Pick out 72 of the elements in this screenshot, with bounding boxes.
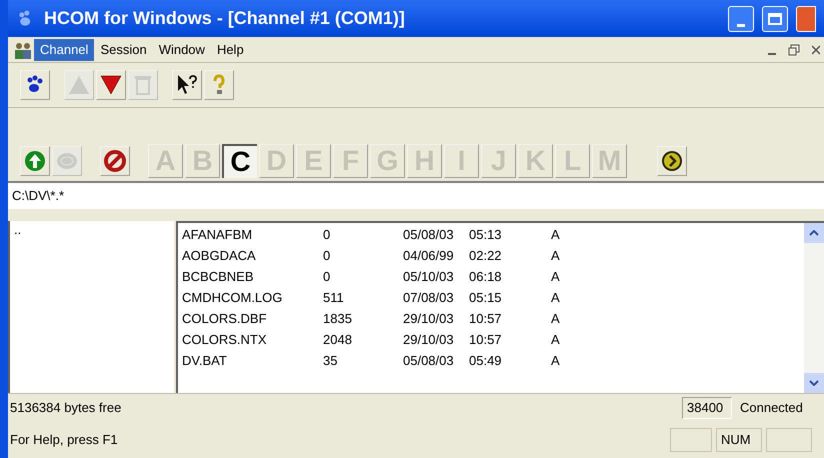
restore-icon[interactable]: [788, 44, 800, 56]
num-lock-panel: NUM: [716, 428, 762, 452]
up-caret-icon: [809, 230, 819, 236]
menu-item[interactable]: Help: [210, 38, 250, 60]
pointer-question-icon: [175, 73, 199, 97]
file-name: AOBGDACA: [181, 247, 257, 265]
file-size: 511: [323, 289, 345, 307]
menu-item[interactable]: Session: [94, 38, 153, 60]
file-size: 0: [323, 247, 332, 265]
file-name: CMDHCOM.LOG: [181, 289, 284, 307]
file-time: 05:13: [469, 226, 503, 244]
paw-button[interactable]: [20, 70, 50, 100]
drive-tab[interactable]: C: [222, 144, 257, 178]
no-entry-icon: [103, 149, 127, 173]
menu-item[interactable]: Window: [152, 38, 211, 60]
file-size: 1835: [323, 310, 353, 328]
file-size: 0: [323, 268, 332, 286]
down-triangle-button[interactable]: [96, 70, 126, 100]
file-date: 05/10/03: [403, 268, 455, 286]
directory-item[interactable]: ..: [14, 221, 170, 238]
file-size: 0: [323, 226, 332, 244]
file-date: 05/08/03: [403, 352, 455, 370]
file-time: 02:22: [469, 247, 503, 265]
up-arrow-button[interactable]: [20, 146, 50, 176]
window-title: HCOM for Windows - [Channel #1 (COM1)]: [44, 7, 406, 30]
file-time: 06:18: [469, 268, 503, 286]
file-name: COLORS.NTX: [181, 331, 268, 349]
scrollbar[interactable]: [804, 223, 824, 393]
close-icon[interactable]: [812, 44, 820, 54]
file-name: DV.BAT: [181, 352, 228, 370]
file-time: 10:57: [469, 310, 503, 328]
no-entry-button[interactable]: [100, 146, 130, 176]
status-panel: [766, 428, 812, 452]
baud-rate-panel: 38400: [682, 396, 732, 418]
forward-icon: [660, 149, 684, 173]
file-name: COLORS.DBF: [181, 310, 268, 328]
menu-item[interactable]: Channel: [34, 38, 94, 60]
file-date: 04/06/99: [403, 247, 455, 265]
maximize-button[interactable]: [762, 6, 788, 32]
file-date: 29/10/03: [403, 310, 455, 328]
file-attribute: A: [551, 289, 561, 307]
file-attribute: A: [551, 352, 561, 370]
file-attribute: A: [551, 226, 561, 244]
pointer-question-button[interactable]: [172, 70, 202, 100]
file-size: 2048: [323, 331, 353, 349]
file-size: 35: [323, 352, 338, 370]
close-button[interactable]: [796, 6, 816, 32]
file-date: 05/08/03: [403, 226, 455, 244]
file-time: 05:15: [469, 289, 503, 307]
help-hint: For Help, press F1: [9, 430, 119, 449]
minimize-button[interactable]: [728, 6, 754, 32]
file-date: 07/08/03: [403, 289, 455, 307]
file-attribute: A: [551, 268, 561, 286]
file-attribute: A: [551, 310, 561, 328]
next-button[interactable]: [657, 146, 687, 176]
file-time: 10:57: [469, 331, 503, 349]
file-name: AFANAFBM: [181, 226, 254, 244]
free-space-text: 5136384 bytes free: [9, 398, 122, 417]
file-date: 29/10/03: [403, 331, 455, 349]
status-panel: [670, 428, 712, 452]
path-field[interactable]: C:\DV\*.*: [8, 181, 824, 209]
down-triangle-icon: [99, 73, 123, 97]
down-caret-icon: [809, 380, 819, 386]
file-attribute: A: [551, 247, 561, 265]
file-attribute: A: [551, 331, 561, 349]
directory-list[interactable]: ..: [8, 221, 174, 393]
scroll-down-button[interactable]: [804, 373, 824, 393]
file-name: BCBCBNEB: [181, 268, 255, 286]
file-time: 05:49: [469, 352, 503, 370]
connection-status: Connected: [740, 398, 804, 417]
scroll-up-button[interactable]: [804, 223, 824, 243]
minimize-icon[interactable]: [768, 52, 776, 54]
